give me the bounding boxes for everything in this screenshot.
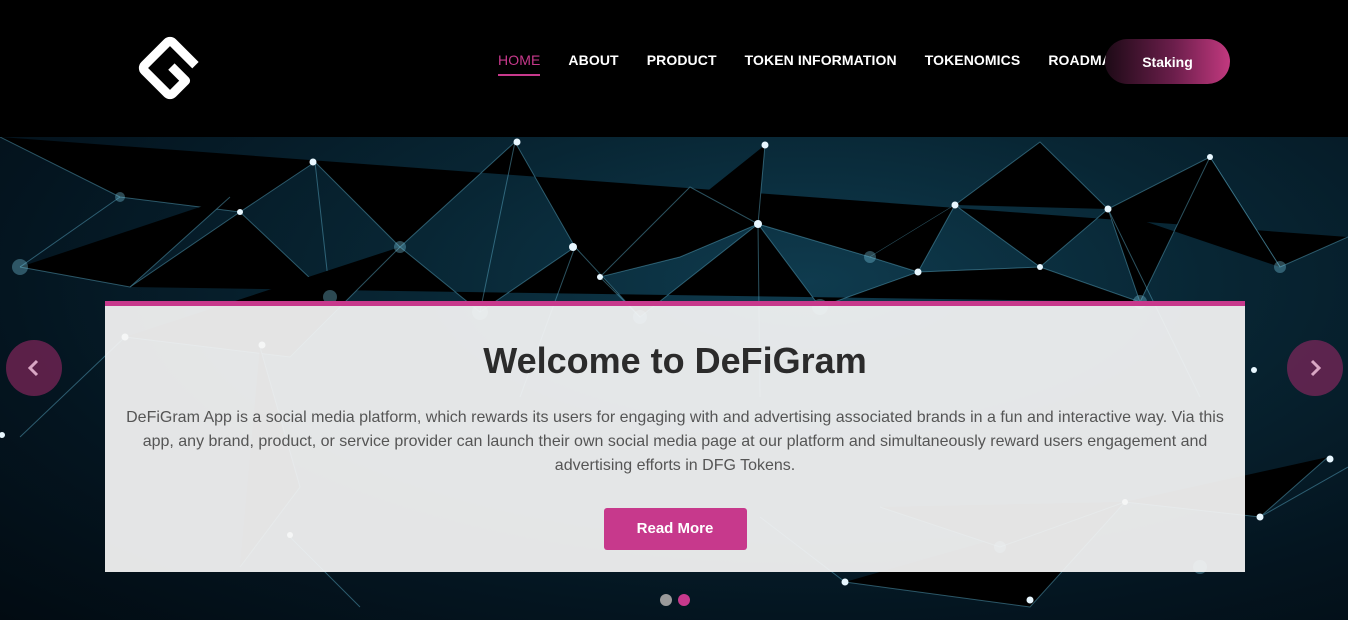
hero-title: Welcome to DeFiGram (483, 340, 867, 381)
defigram-logo-icon[interactable] (128, 26, 212, 110)
nav-tokenomics[interactable]: TOKENOMICS (925, 52, 1021, 76)
site-header: HOME ABOUT PRODUCT TOKEN INFORMATION TOK… (0, 0, 1348, 137)
chevron-left-icon (27, 359, 39, 377)
carousel-indicators (660, 594, 696, 606)
welcome-card: Welcome to DeFiGram DeFiGram App is a so… (105, 301, 1245, 572)
carousel-next-button[interactable] (1287, 340, 1343, 396)
staking-button[interactable]: Staking (1105, 39, 1230, 84)
nav-home[interactable]: HOME (498, 52, 541, 76)
carousel-dot-1[interactable] (660, 594, 672, 606)
carousel-prev-button[interactable] (6, 340, 62, 396)
chevron-right-icon (1310, 359, 1322, 377)
nav-product[interactable]: PRODUCT (647, 52, 717, 76)
hero-carousel: Welcome to DeFiGram DeFiGram App is a so… (0, 137, 1348, 620)
main-nav: HOME ABOUT PRODUCT TOKEN INFORMATION TOK… (498, 52, 1149, 76)
nav-about[interactable]: ABOUT (568, 52, 618, 76)
read-more-button[interactable]: Read More (603, 508, 747, 550)
hero-description: DeFiGram App is a social media platform,… (126, 409, 1224, 474)
nav-token-information[interactable]: TOKEN INFORMATION (745, 52, 897, 76)
carousel-dot-2[interactable] (678, 594, 690, 606)
